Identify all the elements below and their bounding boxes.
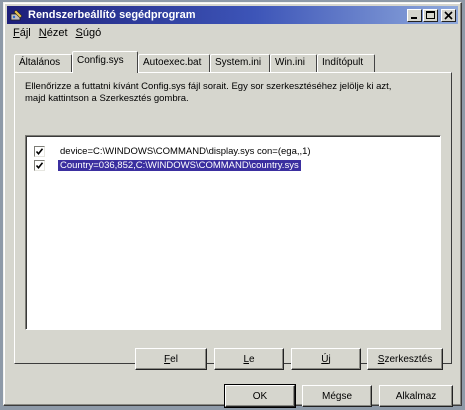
config-sys-panel: Ellenőrizze a futtatni kívánt Config.sys… <box>14 72 452 370</box>
move-down-button[interactable]: Le <box>214 348 284 370</box>
checkmark-icon <box>35 148 44 156</box>
checkmark-icon <box>35 162 44 170</box>
menu-bar: Fájl Nézet Súgó <box>10 26 106 42</box>
apply-button[interactable]: Alkalmaz <box>379 385 453 407</box>
tab-autoexec-bat[interactable]: Autoexec.bat <box>138 54 210 72</box>
title-bar[interactable]: Rendszerbeállító segédprogram <box>7 6 458 24</box>
edit-button[interactable]: Szerkesztés <box>367 348 443 370</box>
system-config-window: Rendszerbeállító segédprogram Fájl Nézet… <box>3 2 462 408</box>
tab-startup[interactable]: Indítópult <box>317 54 375 72</box>
menu-view[interactable]: Nézet <box>36 26 73 42</box>
maximize-button[interactable] <box>423 8 438 22</box>
line-checkbox[interactable] <box>34 160 45 171</box>
list-item[interactable]: Country=036,852,C:\WINDOWS\COMMAND\count… <box>34 159 301 172</box>
window-title: Rendszerbeállító segédprogram <box>28 9 196 21</box>
close-icon <box>444 10 453 20</box>
tab-general[interactable]: Általános <box>14 54 72 72</box>
new-button[interactable]: Új <box>291 348 361 370</box>
instructions-text: Ellenőrizze a futtatni kívánt Config.sys… <box>25 81 392 104</box>
menu-file[interactable]: Fájl <box>10 26 36 42</box>
tab-system-ini[interactable]: System.ini <box>210 54 270 72</box>
config-line-text[interactable]: device=C:\WINDOWS\COMMAND\display.sys co… <box>58 146 313 157</box>
list-item[interactable]: device=C:\WINDOWS\COMMAND\display.sys co… <box>34 145 313 158</box>
tab-win-ini[interactable]: Win.ini <box>270 54 317 72</box>
config-lines-list[interactable]: device=C:\WINDOWS\COMMAND\display.sys co… <box>25 135 441 330</box>
menu-help[interactable]: Súgó <box>73 26 107 42</box>
cancel-button[interactable]: Mégse <box>302 385 372 407</box>
ok-button[interactable]: OK <box>224 384 296 408</box>
config-line-text-selected[interactable]: Country=036,852,C:\WINDOWS\COMMAND\count… <box>58 160 301 171</box>
line-checkbox[interactable] <box>34 146 45 157</box>
close-button[interactable] <box>441 8 456 22</box>
tab-config-sys[interactable]: Config.sys <box>72 51 138 73</box>
minimize-button[interactable] <box>407 8 422 22</box>
system-config-app-icon <box>10 9 23 21</box>
minimize-icon <box>411 16 417 19</box>
maximize-icon <box>426 10 435 19</box>
move-up-button[interactable]: Fel <box>135 348 207 370</box>
